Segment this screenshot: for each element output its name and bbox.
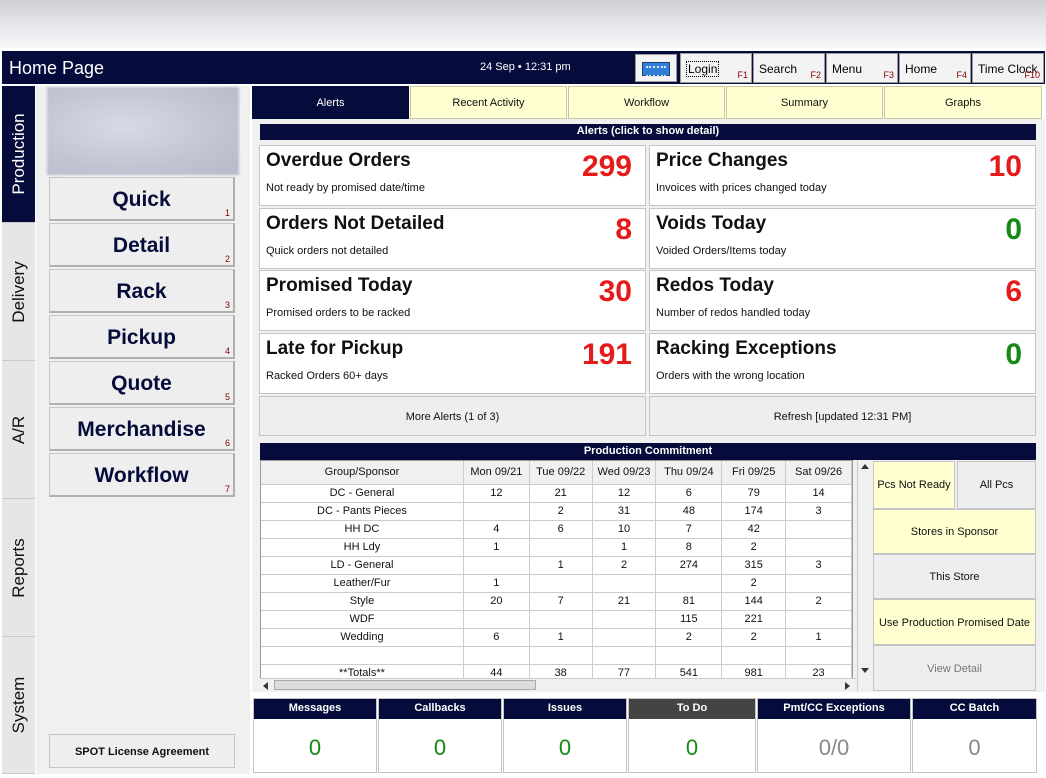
refresh-button[interactable]: Refresh [updated 12:31 PM] xyxy=(649,396,1036,436)
alert-card[interactable]: Racking Exceptions Orders with the wrong … xyxy=(649,333,1036,394)
main-tabs: Alerts Recent Activity Workflow Summary … xyxy=(252,86,1045,119)
this-store-button[interactable]: This Store xyxy=(873,554,1036,599)
messages-counter[interactable]: Messages 0 xyxy=(253,698,377,773)
tab-workflow[interactable]: Workflow xyxy=(568,86,725,119)
cc-batch-counter[interactable]: CC Batch 0 xyxy=(912,698,1037,773)
issues-counter[interactable]: Issues 0 xyxy=(503,698,627,773)
table-row[interactable]: Leather/Fur 1 2 xyxy=(261,574,852,593)
quick-button[interactable]: Quick 1 xyxy=(49,177,235,221)
scroll-thumb[interactable] xyxy=(274,680,536,690)
table-row[interactable]: WDF 115 221 xyxy=(261,610,852,629)
quick-actions-panel: Quick 1 Detail 2 Rack 3 Pickup 4 Quote 5 Merc… xyxy=(36,86,250,774)
horizontal-scrollbar[interactable] xyxy=(260,678,856,691)
tab-summary[interactable]: Summary xyxy=(726,86,883,119)
alert-card[interactable]: Voids Today Voided Orders/Items today 0 xyxy=(649,208,1036,269)
alert-card[interactable]: Late for Pickup Racked Orders 60+ days 191 xyxy=(259,333,646,394)
alert-card[interactable]: Redos Today Number of redos handled today… xyxy=(649,270,1036,331)
pmt-cc-exceptions-counter[interactable]: Pmt/CC Exceptions 0/0 xyxy=(757,698,911,773)
table-row[interactable]: Wedding 6 1 2 2 1 xyxy=(261,628,852,647)
keyboard-icon xyxy=(642,62,670,77)
todo-counter[interactable]: To Do 0 xyxy=(628,698,756,773)
home-button[interactable]: Home F4 xyxy=(899,53,971,83)
alert-card[interactable]: Orders Not Detailed Quick orders not deta… xyxy=(259,208,646,269)
use-promised-date-button[interactable]: Use Production Promised Date xyxy=(873,599,1036,645)
workflow-button[interactable]: Workflow 7 xyxy=(49,453,235,497)
stores-in-sponsor-button[interactable]: Stores in Sponsor xyxy=(873,509,1036,554)
callbacks-counter[interactable]: Callbacks 0 xyxy=(378,698,502,773)
keyboard-button[interactable] xyxy=(635,54,677,82)
title-bar: Home Page 24 Sep • 12:31 pm Login F1 Sear… xyxy=(2,51,1045,84)
license-agreement-button[interactable]: SPOT License Agreement xyxy=(49,734,235,768)
all-pcs-button[interactable]: All Pcs xyxy=(957,461,1036,509)
sidebar-tab-reports[interactable]: Reports xyxy=(2,499,35,637)
sidebar-tab-ar[interactable]: A/R xyxy=(2,361,35,499)
tab-alerts[interactable]: Alerts xyxy=(252,86,409,119)
tab-graphs[interactable]: Graphs xyxy=(884,86,1042,119)
pickup-button[interactable]: Pickup 4 xyxy=(49,315,235,359)
store-logo xyxy=(47,87,239,175)
pcs-not-ready-button[interactable]: Pcs Not Ready xyxy=(873,461,955,509)
sidebar-tab-delivery[interactable]: Delivery xyxy=(2,223,35,361)
table-header-row: Group/Sponsor Mon 09/21 Tue 09/22 Wed 09… xyxy=(261,461,852,485)
alert-card[interactable]: Promised Today Promised orders to be rack… xyxy=(259,270,646,331)
scroll-up-icon[interactable] xyxy=(861,464,869,469)
table-row[interactable]: HH Ldy 1 1 8 2 xyxy=(261,538,852,557)
sidebar-tab-production[interactable]: Production xyxy=(2,86,35,223)
scroll-left-icon[interactable] xyxy=(263,682,268,690)
rack-button[interactable]: Rack 3 xyxy=(49,269,235,313)
merchandise-button[interactable]: Merchandise 6 xyxy=(49,407,235,451)
quote-button[interactable]: Quote 5 xyxy=(49,361,235,405)
scroll-down-icon[interactable] xyxy=(861,668,869,673)
page-title: Home Page xyxy=(9,58,105,78)
alert-card[interactable]: Overdue Orders Not ready by promised date… xyxy=(259,145,646,206)
table-row[interactable]: DC - General 12 21 12 6 79 14 xyxy=(261,484,852,503)
table-row[interactable]: LD - General 1 2 274 315 3 xyxy=(261,556,852,575)
sidebar: Production Delivery A/R Reports System xyxy=(2,86,35,774)
detail-button[interactable]: Detail 2 xyxy=(49,223,235,267)
sidebar-tab-system[interactable]: System xyxy=(2,637,35,774)
table-row[interactable]: DC - Pants Pieces 2 31 48 174 3 xyxy=(261,502,852,521)
scroll-right-icon[interactable] xyxy=(845,682,850,690)
table-row[interactable]: HH DC 4 6 10 7 42 xyxy=(261,520,852,539)
tab-recent-activity[interactable]: Recent Activity xyxy=(410,86,567,119)
window-chrome-blurred xyxy=(0,0,1046,48)
vertical-scrollbar[interactable] xyxy=(857,460,872,691)
more-alerts-button[interactable]: More Alerts (1 of 3) xyxy=(259,396,646,436)
search-button[interactable]: Search F2 xyxy=(753,53,825,83)
alert-card[interactable]: Price Changes Invoices with prices change… xyxy=(649,145,1036,206)
table-row[interactable]: Style 20 7 21 81 144 2 xyxy=(261,592,852,611)
production-header: Production Commitment xyxy=(260,443,1036,460)
date-time: 24 Sep • 12:31 pm xyxy=(480,61,571,73)
production-table: Group/Sponsor Mon 09/21 Tue 09/22 Wed 09… xyxy=(260,460,853,691)
time-clock-button[interactable]: Time Clock F10 xyxy=(972,53,1044,83)
table-row[interactable] xyxy=(261,646,852,665)
login-button[interactable]: Login F1 xyxy=(680,53,752,83)
view-detail-button[interactable]: View Detail xyxy=(873,645,1036,691)
menu-button[interactable]: Menu F3 xyxy=(826,53,898,83)
alerts-header: Alerts (click to show detail) xyxy=(260,124,1036,140)
